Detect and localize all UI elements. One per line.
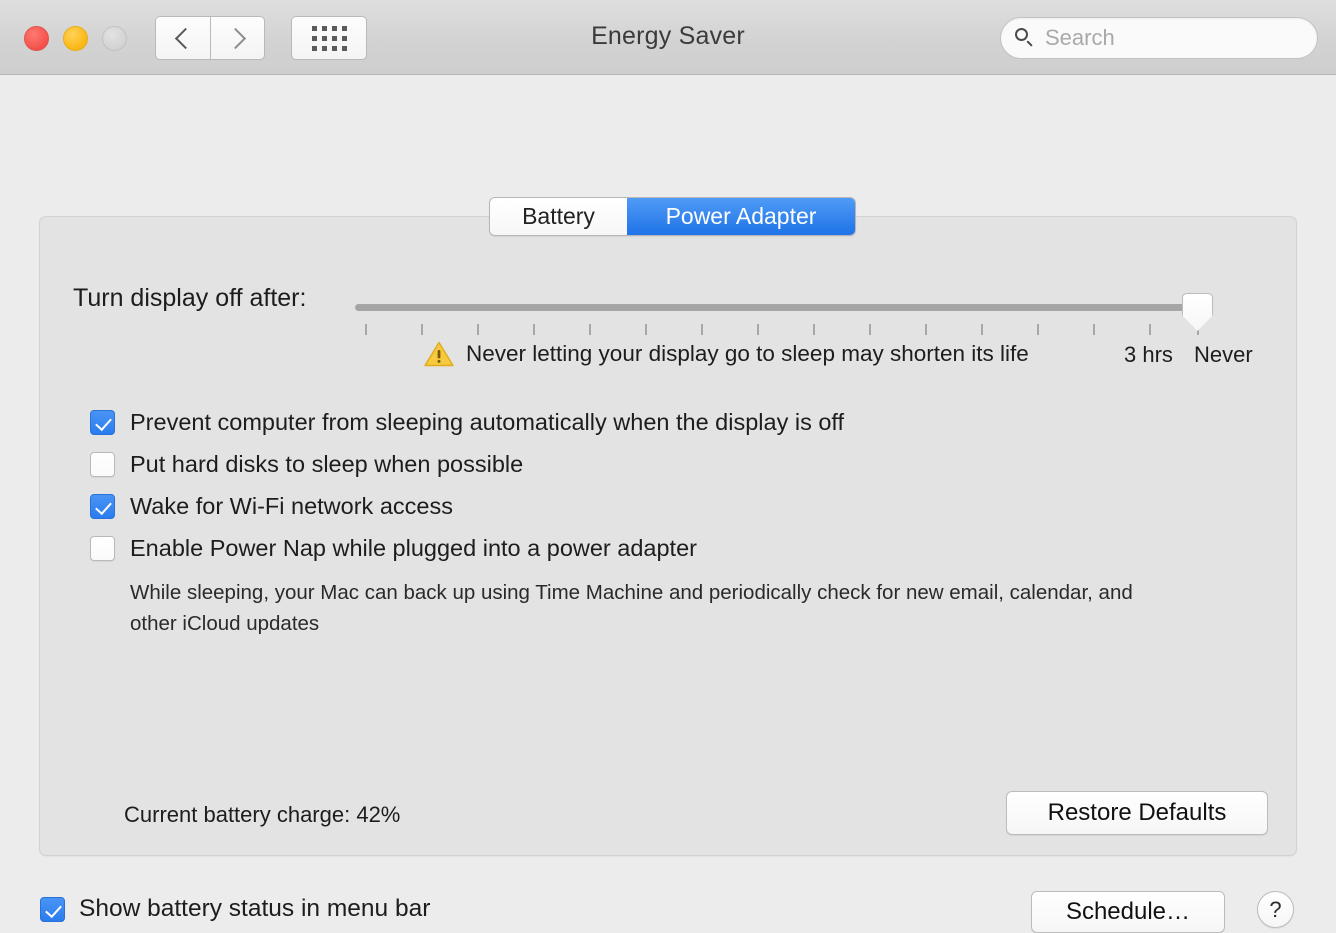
display-sleep-warning: Never letting your display go to sleep m… — [424, 341, 1029, 367]
checkbox-power-nap[interactable] — [90, 536, 115, 561]
search-input[interactable]: Search — [1000, 17, 1318, 59]
display-sleep-label: Turn display off after: — [73, 284, 307, 312]
preference-content: Turn display off after: 3 hrs Never Neve… — [0, 75, 1336, 933]
schedule-button[interactable]: Schedule… — [1031, 891, 1225, 933]
battery-charge-status: Current battery charge: 42% — [124, 802, 401, 827]
option-label: Enable Power Nap while plugged into a po… — [130, 535, 697, 561]
show-battery-status-row[interactable]: Show battery status in menu bar — [40, 895, 430, 923]
option-wake-for-wifi[interactable]: Wake for Wi-Fi network access — [90, 491, 1240, 521]
checkbox-prevent-sleep[interactable] — [90, 410, 115, 435]
power-source-tabs: Battery Power Adapter — [489, 197, 856, 236]
help-button[interactable]: ? — [1257, 891, 1294, 928]
power-options-list: Prevent computer from sleeping automatic… — [90, 407, 1240, 639]
tab-power-adapter[interactable]: Power Adapter — [627, 198, 855, 235]
option-power-nap[interactable]: Enable Power Nap while plugged into a po… — [90, 533, 1240, 563]
settings-panel: Turn display off after: 3 hrs Never Neve… — [39, 216, 1297, 856]
slider-track[interactable] — [355, 304, 1190, 311]
search-placeholder: Search — [1045, 25, 1115, 50]
option-label: Prevent computer from sleeping automatic… — [130, 409, 845, 435]
checkbox-show-battery-status[interactable] — [40, 896, 65, 922]
option-label: Wake for Wi-Fi network access — [130, 493, 453, 519]
option-label: Put hard disks to sleep when possible — [130, 451, 524, 477]
tab-battery[interactable]: Battery — [490, 198, 627, 235]
slider-label-3hrs: 3 hrs — [1124, 342, 1173, 367]
option-hard-disk-sleep[interactable]: Put hard disks to sleep when possible — [90, 449, 1240, 479]
slider-tick-marks — [355, 324, 1227, 336]
energy-saver-window: Energy Saver Search Turn display off aft… — [0, 0, 1336, 933]
warning-triangle-icon — [424, 341, 454, 367]
warning-text: Never letting your display go to sleep m… — [466, 341, 1029, 366]
slider-label-never: Never — [1194, 342, 1253, 367]
option-prevent-sleep[interactable]: Prevent computer from sleeping automatic… — [90, 407, 1240, 437]
search-icon — [1015, 28, 1035, 48]
checkbox-hard-disk-sleep[interactable] — [90, 452, 115, 477]
restore-defaults-button[interactable]: Restore Defaults — [1006, 791, 1268, 835]
power-nap-description: While sleeping, your Mac can back up usi… — [130, 581, 1133, 635]
show-battery-status-label: Show battery status in menu bar — [79, 895, 431, 922]
checkbox-wake-for-wifi[interactable] — [90, 494, 115, 519]
window-toolbar: Energy Saver Search — [0, 0, 1336, 75]
